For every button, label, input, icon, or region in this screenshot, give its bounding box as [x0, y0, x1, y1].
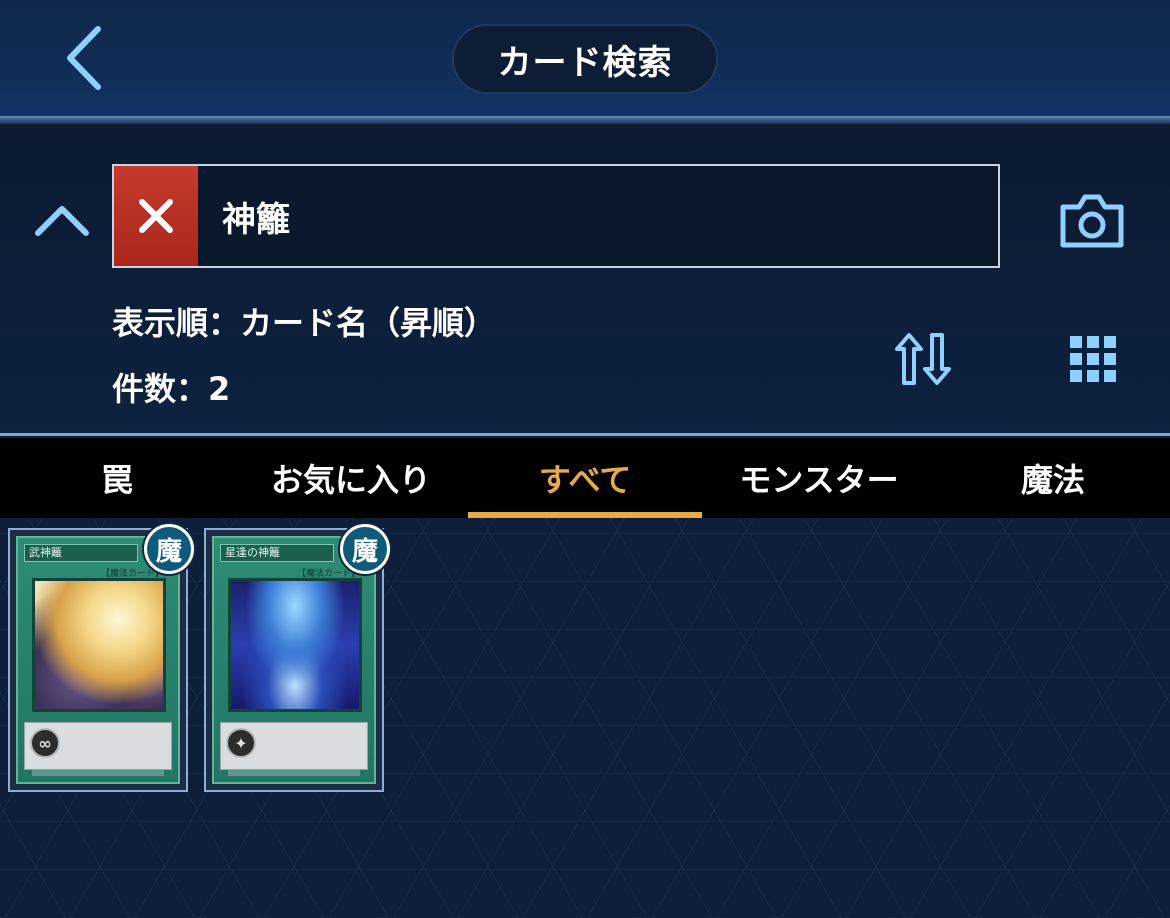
card-footer [32, 770, 164, 776]
sort-order-label: 表示順：カード名（昇順） [112, 304, 497, 342]
grid-icon [1070, 336, 1116, 382]
card-face: 星逢の神籬 【魔法カード】 ✦ [212, 536, 376, 784]
card-results: 武神籬 【魔法カード】 ∞ 魔 星逢の神籬 【魔法カード】 ✦ 魔 [0, 518, 1170, 918]
sort-arrows-icon [895, 333, 951, 385]
chevron-up-icon [35, 206, 89, 236]
tab-favorites[interactable]: お気に入り [234, 438, 468, 518]
tab-all[interactable]: すべて [468, 438, 702, 518]
card-item[interactable]: 武神籬 【魔法カード】 ∞ 魔 [8, 524, 194, 792]
collapse-button[interactable] [30, 188, 94, 252]
card-artwork [228, 578, 362, 712]
header-bar: カード検索 [0, 0, 1170, 124]
close-icon [139, 199, 173, 233]
category-tabs: 罠 お気に入り すべて モンスター 魔法 [0, 438, 1170, 518]
card-artwork [32, 578, 166, 712]
card-footer [228, 770, 360, 776]
card-face: 武神籬 【魔法カード】 ∞ [16, 536, 180, 784]
card-name: 武神籬 [24, 544, 138, 562]
result-count-label: 件数：2 [112, 370, 231, 408]
search-input[interactable]: 神籬 [198, 166, 998, 266]
card-name: 星逢の神籬 [220, 544, 334, 562]
spell-badge: 魔 [144, 524, 194, 574]
grid-view-button[interactable] [1058, 324, 1128, 394]
camera-icon [1060, 194, 1124, 248]
tab-spell[interactable]: 魔法 [936, 438, 1170, 518]
infinity-icon: ∞ [30, 728, 60, 758]
tab-monster[interactable]: モンスター [702, 438, 936, 518]
page-title: カード検索 [452, 24, 718, 94]
search-box: 神籬 [112, 164, 1000, 268]
search-panel: 神籬 表示順：カード名（昇順） 件数：2 [0, 128, 1170, 436]
tab-trap[interactable]: 罠 [0, 438, 234, 518]
camera-button[interactable] [1052, 180, 1132, 260]
sort-toggle-button[interactable] [888, 324, 958, 394]
back-button[interactable] [54, 22, 114, 94]
field-spell-icon: ✦ [226, 728, 256, 758]
spell-badge: 魔 [340, 524, 390, 574]
chevron-left-icon [67, 26, 101, 90]
clear-search-button[interactable] [114, 166, 198, 266]
card-item[interactable]: 星逢の神籬 【魔法カード】 ✦ 魔 [204, 524, 390, 792]
